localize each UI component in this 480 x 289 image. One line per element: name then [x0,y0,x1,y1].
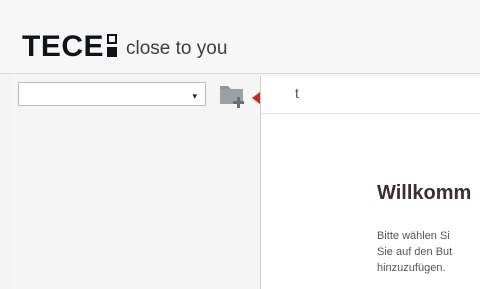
brand-logo: TECE close to you [22,22,227,62]
app-window: TECE close to you ▾ t Willkomm Bitte wäh… [0,0,480,289]
brand-wordmark: TECE [22,30,105,63]
left-panel: ▾ [10,74,260,289]
add-folder-button[interactable] [218,80,248,110]
brand-tagline: close to you [126,38,228,59]
header: TECE close to you [0,0,480,74]
welcome-body-text: Bitte wählen Si Sie auf den But hinzuzuf… [377,230,453,274]
chevron-down-icon: ▾ [192,91,197,101]
folder-select[interactable]: ▾ [18,82,206,106]
welcome-title: Willkomm [377,182,472,204]
main-tab-label[interactable]: t [295,85,299,101]
brand-mark-icon [107,34,118,60]
main-tab-underline [261,113,480,114]
folder-add-icon [220,86,244,108]
main-panel: t Willkomm Bitte wählen Si Sie auf den B… [260,76,480,289]
